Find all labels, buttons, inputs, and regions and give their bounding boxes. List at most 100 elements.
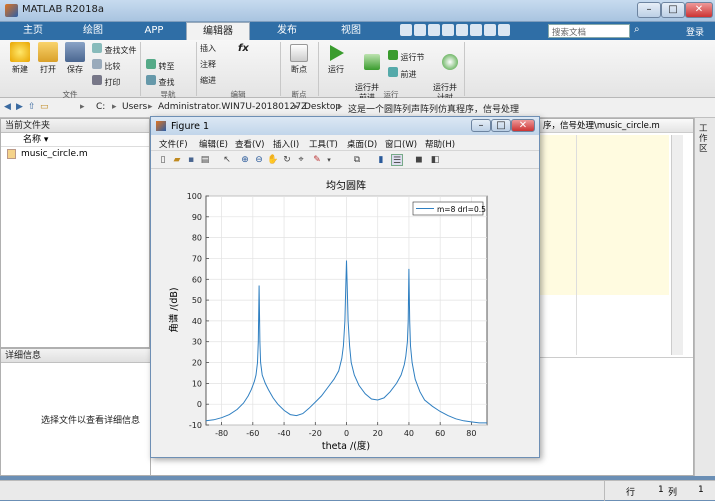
search-docs-input[interactable]: 搜索文档 <box>548 24 630 38</box>
close-button[interactable]: ✕ <box>685 2 713 18</box>
compare-icon <box>92 59 102 69</box>
workspace-tab-label: 工作区 <box>699 124 708 154</box>
path-project[interactable]: 这是一个圆阵列声阵列仿真程序，信号处理 <box>348 102 519 115</box>
switch-windows-icon[interactable] <box>484 24 496 36</box>
compare-label: 比较 <box>104 62 121 71</box>
minimize-button[interactable]: – <box>637 2 661 18</box>
editor-scrollbar[interactable] <box>671 135 683 355</box>
paste-icon[interactable] <box>442 24 454 36</box>
figure-window: Figure 1 – □ ✕ 文件(F) 编辑(E) 查看(V) 插入(I) 工… <box>150 116 540 458</box>
run-label: 运行 <box>328 65 344 74</box>
save-quick-icon[interactable] <box>400 24 412 36</box>
tab-plots[interactable]: 绘图 <box>64 22 122 40</box>
menu-window[interactable]: 窗口(W) <box>385 138 417 150</box>
comment-button[interactable]: 注释 <box>200 59 216 70</box>
figure-maximize-button[interactable]: □ <box>491 119 511 132</box>
forward-icon[interactable]: ▶ <box>16 102 23 112</box>
path-desktop[interactable]: Desktop <box>304 102 341 112</box>
m-file-icon <box>7 149 16 159</box>
save-figure-icon[interactable]: ▪ <box>185 154 197 166</box>
browse-folder-icon[interactable]: ▭ <box>40 102 49 112</box>
help-icon[interactable] <box>498 24 510 36</box>
editor-text-area[interactable] <box>539 135 669 295</box>
run-section-button[interactable]: 运行节 <box>388 50 425 63</box>
legend[interactable]: m=8 drl=0.5 <box>412 201 486 216</box>
app-title: MATLAB R2018a <box>22 4 105 15</box>
figure-menu-bar: 文件(F) 编辑(E) 查看(V) 插入(I) 工具(T) 桌面(D) 窗口(W… <box>151 135 539 151</box>
breakpoints-button[interactable]: 断点 <box>286 44 312 75</box>
up-folder-icon[interactable]: ⇧ <box>28 102 36 112</box>
link-plot-icon[interactable]: ⧉ <box>351 154 363 166</box>
fx-button[interactable]: fx <box>238 43 249 54</box>
divider <box>280 42 281 96</box>
zoom-out-icon[interactable]: ⊖ <box>253 154 265 166</box>
indent-button[interactable]: 缩进 <box>200 75 216 86</box>
menu-help[interactable]: 帮助(H) <box>425 138 455 150</box>
tab-home[interactable]: 主页 <box>4 22 62 40</box>
rotate-icon[interactable]: ↻ <box>281 154 293 166</box>
open-button[interactable]: 打开 <box>34 42 62 75</box>
undo-icon[interactable] <box>456 24 468 36</box>
login-link[interactable]: 登录 <box>686 25 704 38</box>
path-users[interactable]: Users <box>122 102 147 112</box>
menu-insert[interactable]: 插入(I) <box>273 138 299 150</box>
pan-icon[interactable]: ✋ <box>267 154 279 166</box>
maximize-button[interactable]: □ <box>661 2 685 18</box>
save-button[interactable]: 保存 <box>62 42 88 75</box>
hide-tools-icon[interactable]: ◼ <box>413 154 425 166</box>
insert-button[interactable]: 插入 <box>200 43 216 54</box>
plot-area[interactable]: -80 -60 -40 -20 0 20 40 60 80 -10 0 10 20 30 40 50 60 70 8… <box>151 169 539 457</box>
find-button[interactable]: 查找 <box>146 75 175 88</box>
copy-icon[interactable] <box>428 24 440 36</box>
legend-icon[interactable]: ☰ <box>391 154 403 166</box>
show-tools-icon[interactable]: ◧ <box>429 154 441 166</box>
open-file-icon[interactable]: ▰ <box>171 154 183 166</box>
menu-tools[interactable]: 工具(T) <box>309 138 338 150</box>
tab-editor[interactable]: 编辑器 <box>186 22 250 40</box>
search-icon[interactable]: ⌕ <box>634 24 646 38</box>
menu-view[interactable]: 查看(V) <box>235 138 264 150</box>
row-label: 行 <box>626 488 636 498</box>
find-files-icon <box>92 43 102 53</box>
figure-title-bar: Figure 1 – □ ✕ <box>151 117 539 135</box>
x-tick-label: 60 <box>435 429 445 438</box>
y-tick-label: 10 <box>192 379 202 388</box>
data-cursor-icon[interactable]: ⌖ <box>295 154 307 166</box>
new-button[interactable]: 新建 <box>6 42 34 75</box>
tab-view[interactable]: 视图 <box>324 22 378 40</box>
workspace-side-panel[interactable]: 工作区 <box>694 118 715 476</box>
new-figure-icon[interactable]: ▯ <box>157 154 169 166</box>
pointer-icon[interactable]: ↖ <box>221 154 233 166</box>
menu-edit[interactable]: 编辑(E) <box>199 138 228 150</box>
print-button[interactable]: 打印 <box>92 75 121 88</box>
figure-minimize-button[interactable]: – <box>471 119 491 132</box>
colorbar-icon[interactable]: ▮ <box>375 154 387 166</box>
brush-icon[interactable]: ✎ <box>311 154 323 166</box>
path-admin[interactable]: Administrator.WIN7U-20180127Z <box>158 102 307 112</box>
path-separator: ▸ <box>148 102 153 112</box>
menu-file[interactable]: 文件(F) <box>159 138 188 150</box>
zoom-in-icon[interactable]: ⊕ <box>239 154 251 166</box>
editor-tab[interactable]: 序，信号处理\music_circle.m <box>539 119 693 133</box>
figure-close-button[interactable]: ✕ <box>511 119 535 132</box>
back-icon[interactable]: ◀ <box>4 102 11 112</box>
list-item[interactable]: music_circle.m <box>1 147 149 161</box>
goto-button[interactable]: 转至 <box>146 59 175 72</box>
print-figure-icon[interactable]: ▤ <box>199 154 211 166</box>
tab-publish[interactable]: 发布 <box>252 22 322 40</box>
brush-dropdown-icon[interactable]: ▾ <box>323 154 335 166</box>
cut-icon[interactable] <box>414 24 426 36</box>
run-button[interactable]: 运行 <box>324 44 348 75</box>
redo-icon[interactable] <box>470 24 482 36</box>
advance-button[interactable]: 前进 <box>388 67 417 80</box>
path-drive[interactable]: C: <box>96 102 105 112</box>
menu-desktop[interactable]: 桌面(D) <box>347 138 377 150</box>
goto-label: 转至 <box>158 62 175 71</box>
command-window[interactable] <box>539 357 693 475</box>
name-column-header[interactable]: 名称 ▾ <box>1 133 149 147</box>
tab-apps[interactable]: APP <box>124 22 184 40</box>
print-label: 打印 <box>104 78 121 87</box>
compare-button[interactable]: 比较 <box>92 59 121 72</box>
address-bar: ◀ ▶ ⇧ ▭ ▸ C: ▸ Users ▸ Administrator.WIN… <box>0 98 715 118</box>
find-files-button[interactable]: 查找文件 <box>92 43 137 56</box>
